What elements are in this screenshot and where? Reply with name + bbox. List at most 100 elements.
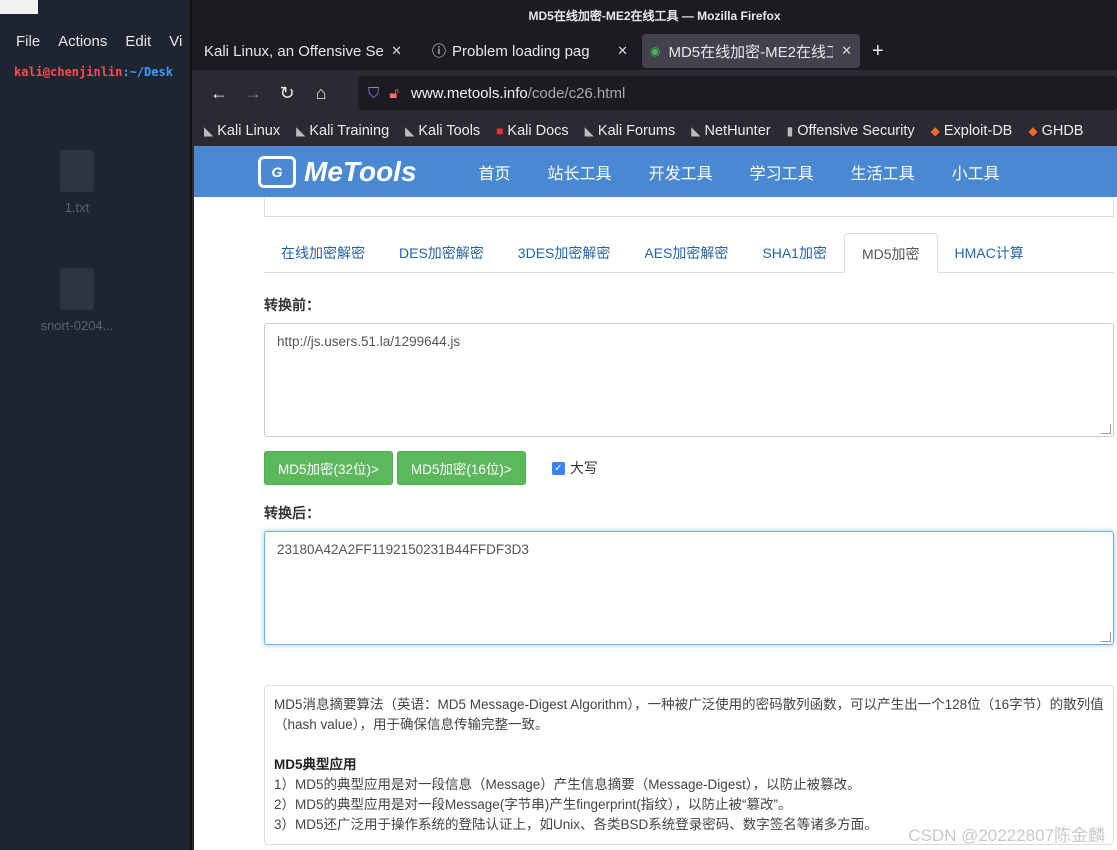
terminal-prompt: kali@chenjinlin:~/Desk: [14, 65, 173, 79]
nav-webmaster-tools[interactable]: 站长工具: [548, 160, 612, 184]
url-bar[interactable]: ⛉ 🔓︎ www.metools.info/code/c26.html: [358, 76, 1117, 110]
tab-md5-active[interactable]: ◉ MD5在线加密-ME2在线工 ✕: [642, 34, 860, 68]
uppercase-option[interactable]: ✓ 大写: [551, 458, 598, 478]
close-icon[interactable]: ✕: [391, 43, 402, 59]
tab-hmac[interactable]: HMAC计算: [938, 233, 1041, 272]
terminal-menu-file[interactable]: File: [16, 33, 40, 50]
description-item: 1）MD5的典型应用是对一段信息（Message）产生信息摘要（Message-…: [274, 777, 861, 792]
desktop-icon-label: snort-0204...: [40, 318, 114, 333]
terminal-menu-actions[interactable]: Actions: [58, 33, 107, 50]
info-icon: ⓘ: [432, 43, 446, 59]
tab-kali-linux[interactable]: Kali Linux, an Offensive Secu ✕: [196, 32, 410, 70]
resize-grip-icon[interactable]: [1101, 424, 1111, 434]
back-icon[interactable]: ←: [202, 83, 236, 104]
close-icon[interactable]: ✕: [617, 43, 628, 59]
input-textarea[interactable]: http://js.users.51.la/1299644.js: [264, 323, 1114, 437]
close-icon[interactable]: ✕: [841, 43, 852, 59]
terminal-menubar: File Actions Edit Vi: [16, 33, 182, 50]
tab-sha1[interactable]: SHA1加密: [745, 233, 844, 272]
site-header: G MeTools 首页 站长工具 开发工具 学习工具 生活工具 小工具: [194, 146, 1117, 197]
md5-32-button[interactable]: MD5加密(32位)>: [264, 451, 393, 485]
output-label: 转换后：: [264, 505, 320, 521]
resize-grip-icon[interactable]: [1101, 632, 1111, 642]
tab-online-encrypt[interactable]: 在线加密解密: [264, 233, 382, 272]
bookmark-kali-forums[interactable]: ◣ Kali Forums: [585, 123, 676, 139]
nav-small-tools[interactable]: 小工具: [952, 160, 1000, 184]
shield-icon[interactable]: ⛉: [368, 85, 379, 102]
offsec-icon: ▮: [786, 124, 794, 138]
action-row: MD5加密(32位)> MD5加密(16位)> ✓ 大写: [264, 451, 1114, 485]
terminal-menu-view[interactable]: Vi: [169, 33, 182, 50]
description-item: 2）MD5的典型应用是对一段Message(字节串)产生fingerprint(…: [274, 797, 792, 812]
kali-icon: ◣: [204, 124, 214, 138]
description-intro: MD5消息摘要算法（英语：MD5 Message-Digest Algorith…: [274, 697, 1104, 732]
nav-study-tools[interactable]: 学习工具: [750, 160, 814, 184]
bookmark-nethunter[interactable]: ◣ NetHunter: [691, 123, 770, 139]
bookmark-label: Exploit-DB: [943, 123, 1013, 139]
bookmark-kali-training[interactable]: ◣ Kali Training: [296, 123, 389, 139]
watermark: CSDN @20222807陈金麟: [908, 826, 1105, 845]
uppercase-checkbox[interactable]: ✓: [551, 461, 565, 475]
prompt-user: kali@chenjinlin: [14, 65, 123, 79]
nav-dev-tools[interactable]: 开发工具: [649, 160, 713, 184]
site-logo[interactable]: G MeTools: [258, 155, 417, 188]
exploit-db-icon: ◆: [930, 124, 940, 138]
uppercase-label: 大写: [569, 460, 598, 476]
output-textarea[interactable]: 23180A42A2FF1192150231B44FFDF3D3: [264, 531, 1114, 645]
bookmark-label: NetHunter: [704, 123, 771, 139]
tab-strip: Kali Linux, an Offensive Secu ✕ ⓘ Proble…: [192, 32, 1117, 70]
kali-icon: ◣: [405, 124, 415, 138]
kali-icon: ◣: [584, 124, 594, 138]
tab-label: MD5在线加密-ME2在线工: [668, 43, 834, 61]
kali-icon: ◣: [296, 124, 306, 138]
bookmark-kali-linux[interactable]: ◣ Kali Linux: [204, 123, 280, 139]
bookmark-kali-docs[interactable]: ■ Kali Docs: [496, 123, 569, 139]
toolbox-icon: G: [258, 155, 296, 188]
desktop-panel: [0, 0, 38, 14]
nethunter-icon: ◣: [691, 124, 701, 138]
tab-label: Kali Linux, an Offensive Secu: [204, 42, 384, 60]
web-page: G MeTools 首页 站长工具 开发工具 学习工具 生活工具 小工具 在线加…: [194, 146, 1117, 850]
forward-icon[interactable]: →: [236, 83, 270, 104]
tab-problem-loading[interactable]: ⓘ Problem loading page ✕: [424, 32, 636, 70]
lock-icon[interactable]: 🔓︎: [389, 85, 399, 102]
tab-aes[interactable]: AES加密解密: [627, 233, 745, 272]
bookmark-label: Kali Training: [309, 123, 390, 139]
docs-icon: ■: [496, 124, 504, 138]
home-icon[interactable]: ⌂: [304, 83, 338, 104]
reload-icon[interactable]: ↻: [270, 83, 304, 104]
main-nav: 首页 站长工具 开发工具 学习工具 生活工具 小工具: [479, 160, 1037, 184]
nav-home[interactable]: 首页: [479, 160, 511, 184]
bookmark-exploit-db[interactable]: ◆ Exploit-DB: [931, 123, 1013, 139]
bookmarks-toolbar: ◣ Kali Linux ◣ Kali Training ◣ Kali Tools ■…: [192, 116, 1117, 146]
tool-content: 在线加密解密 DES加密解密 3DES加密解密 AES加密解密 SHA1加密 M…: [264, 197, 1114, 845]
bookmark-label: Kali Linux: [217, 123, 281, 139]
tab-md5[interactable]: MD5加密: [843, 233, 938, 273]
bookmark-label: Kali Forums: [597, 123, 676, 139]
previous-panel: [264, 197, 1114, 217]
tab-3des[interactable]: 3DES加密解密: [501, 233, 628, 272]
url-path: /code/c26.html: [527, 84, 626, 102]
md5-16-button[interactable]: MD5加密(16位)>: [396, 451, 526, 485]
bookmark-ghdb[interactable]: ◆ GHDB: [1028, 123, 1083, 139]
bookmark-offensive-security[interactable]: ▮ Offensive Security: [787, 123, 915, 139]
new-tab-button[interactable]: +: [860, 40, 896, 63]
bookmark-label: Offensive Security: [797, 123, 915, 139]
window-title: MD5在线加密-ME2在线工具 — Mozilla Firefox: [192, 0, 1117, 32]
tab-label: Problem loading page: [452, 42, 590, 60]
crypto-tabs: 在线加密解密 DES加密解密 3DES加密解密 AES加密解密 SHA1加密 M…: [264, 233, 1114, 273]
terminal-menu-edit[interactable]: Edit: [125, 33, 151, 50]
bookmark-label: Kali Docs: [507, 123, 569, 139]
logo-text: MeTools: [304, 155, 417, 187]
firefox-window: MD5在线加密-ME2在线工具 — Mozilla Firefox Kali L…: [190, 0, 1117, 850]
file-icon[interactable]: [60, 150, 94, 192]
nav-life-tools[interactable]: 生活工具: [851, 160, 915, 184]
prompt-path: :~/Desk: [122, 65, 173, 79]
tab-des[interactable]: DES加密解密: [382, 233, 501, 272]
file-icon[interactable]: [60, 268, 94, 310]
bookmark-kali-tools[interactable]: ◣ Kali Tools: [405, 123, 480, 139]
ghdb-icon: ◆: [1028, 124, 1038, 138]
output-value: 23180A42A2FF1192150231B44FFDF3D3: [277, 542, 529, 557]
input-value: http://js.users.51.la/1299644.js: [277, 334, 461, 349]
desktop: File Actions Edit Vi kali@chenjinlin:~/D…: [0, 0, 192, 850]
